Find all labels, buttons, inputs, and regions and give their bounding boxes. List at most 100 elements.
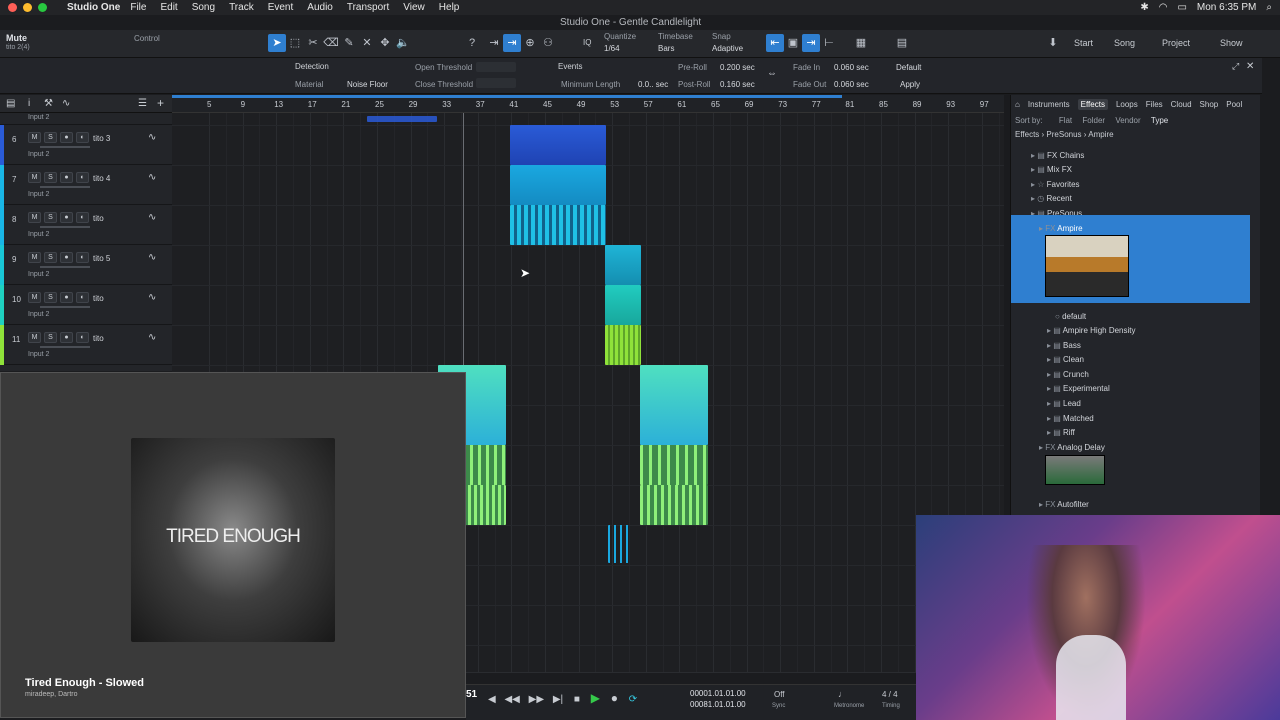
loop-follow-icon[interactable]: ⚇ [539,34,557,52]
browser-item[interactable]: ▸ ▤ Experimental [1011,382,1259,396]
app-menu-name[interactable]: Studio One [67,2,120,13]
tab-files[interactable]: Files [1146,100,1163,109]
menu-file[interactable]: File [130,2,146,13]
audio-clip[interactable] [605,325,641,365]
home-icon[interactable]: ⌂ [1015,100,1020,109]
audio-clip[interactable] [462,445,506,485]
snap-ripple-icon[interactable]: ⊢ [820,34,838,52]
eraser-tool-icon[interactable]: ⌫ [322,34,340,52]
browser-item[interactable]: ▸ FX Ampire [1011,222,1259,236]
metronome-icon[interactable]: ♩ [838,689,847,699]
timebase-select[interactable]: Bars [658,44,674,53]
zoom-window-icon[interactable] [38,3,47,12]
track-input-select[interactable]: Input 2 [28,231,49,238]
mute-button[interactable]: M [28,292,41,303]
track-header[interactable]: 7 M S ● ◐ tito 4 ∿ Input 2 [0,165,172,205]
default-button[interactable]: Default [896,63,921,72]
menu-event[interactable]: Event [268,2,294,13]
mute-tool-icon[interactable]: ✕ [358,34,376,52]
track-input-select[interactable]: Input 2 [28,191,49,198]
fadeout-field[interactable]: 0.060 sec [834,80,869,89]
browser-item[interactable]: ▸ ▤ FX Chains [1011,149,1259,163]
browser-item[interactable]: ▸ ▤ Lead [1011,397,1259,411]
arrow-tool-icon[interactable]: ➤ [268,34,286,52]
download-icon[interactable]: ⬇ [1044,34,1062,52]
snap-grid-icon[interactable]: ⇤ [766,34,784,52]
volume-fader[interactable] [40,306,90,308]
track-header[interactable]: 9 M S ● ◐ tito 5 ∿ Input 2 [0,245,172,285]
monitor-button[interactable]: ◐ [76,252,89,263]
browser-item[interactable]: ▸ ▤ Crunch [1011,368,1259,382]
loop-icon[interactable]: ⟳ [629,694,637,705]
track-header[interactable]: 11 M S ● ◐ tito ∿ Input 2 [0,325,172,365]
tools-icon[interactable]: ⚒ [44,98,53,109]
sort-type[interactable]: Type [1151,116,1168,125]
sync-value[interactable]: Off [774,690,785,699]
snap-event-icon[interactable]: ▣ [784,34,802,52]
battery-icon[interactable]: ▭ [1177,2,1186,13]
solo-button[interactable]: S [44,252,57,263]
wifi-icon[interactable]: ◠ [1159,2,1168,13]
browser-item[interactable]: ▸ ▤ Riff [1011,426,1259,440]
automation-icon[interactable]: ∿ [148,332,156,343]
volume-fader[interactable] [40,226,90,228]
record-arm-button[interactable]: ● [60,252,73,263]
song-button[interactable]: Song [1114,38,1135,48]
audio-clip[interactable] [605,285,641,325]
solo-button[interactable]: S [44,132,57,143]
rewind-icon[interactable]: ◀◀ [504,694,519,705]
postroll-field[interactable]: 0.160 sec [720,80,755,89]
browser-item[interactable]: ▸ ▤ Ampire High Density [1011,324,1259,338]
sort-flat[interactable]: Flat [1059,116,1072,125]
monitor-button[interactable]: ◐ [76,132,89,143]
track-name[interactable]: tito [93,214,104,223]
audio-clip[interactable] [640,485,708,525]
preroll-field[interactable]: 0.200 sec [720,63,755,72]
range-tool-icon[interactable]: ⬚ [286,34,304,52]
bluetooth-icon[interactable]: ✱ [1140,2,1148,13]
automation-icon[interactable]: ∿ [62,98,70,109]
start-button[interactable]: Start [1074,38,1093,48]
record-arm-button[interactable]: ● [60,172,73,183]
add-track-icon[interactable]: + [157,96,164,110]
clock[interactable]: Mon 6:35 PM [1197,2,1256,13]
volume-fader[interactable] [40,266,90,268]
automation-icon[interactable]: ∿ [148,292,156,303]
audio-clip[interactable] [608,525,630,563]
monitor-button[interactable]: ◐ [76,292,89,303]
loop-range-bar[interactable] [172,95,842,98]
menu-view[interactable]: View [403,2,425,13]
tab-instruments[interactable]: Instruments [1028,100,1070,109]
mute-button[interactable]: M [28,332,41,343]
tab-effects[interactable]: Effects [1077,99,1108,110]
sort-folder[interactable]: Folder [1082,116,1105,125]
close-icon[interactable]: ✕ [1246,61,1254,72]
track-name[interactable]: tito [93,294,104,303]
audio-clip[interactable] [510,205,606,245]
breadcrumb-effects[interactable]: Effects [1015,130,1039,139]
monitor-button[interactable]: ◐ [76,212,89,223]
track-name[interactable]: tito 4 [93,174,110,183]
tab-pool[interactable]: Pool [1226,100,1242,109]
snap-select[interactable]: Adaptive [712,44,743,53]
paint-tool-icon[interactable]: ✎ [340,34,358,52]
help-icon[interactable]: ? [463,34,481,52]
audio-clip[interactable] [510,125,606,165]
sort-vendor[interactable]: Vendor [1115,116,1140,125]
browser-item[interactable]: ▸ ▤ Matched [1011,412,1259,426]
track-name[interactable]: tito 3 [93,134,110,143]
track-header[interactable]: 10 M S ● ◐ tito ∿ Input 2 [0,285,172,325]
timeline-ruler[interactable]: 5 9 13 17 21 25 29 33 37 41 45 49 53 57 61 65 69 73 77 81 85… [172,95,1004,113]
menu-audio[interactable]: Audio [307,2,333,13]
automation-icon[interactable]: ∿ [148,212,156,223]
expand-icon[interactable]: ⤢ [1232,61,1239,72]
menu-edit[interactable]: Edit [160,2,177,13]
mute-button[interactable]: M [28,252,41,263]
stop-icon[interactable]: ■ [574,694,580,705]
tab-loops[interactable]: Loops [1116,100,1138,109]
search-icon[interactable]: ⌕ [1266,2,1272,13]
record-arm-button[interactable]: ● [60,332,73,343]
tab-shop[interactable]: Shop [1200,100,1219,109]
time-signature[interactable]: 4 / 4 [882,690,898,699]
show-button[interactable]: Show [1220,38,1243,48]
